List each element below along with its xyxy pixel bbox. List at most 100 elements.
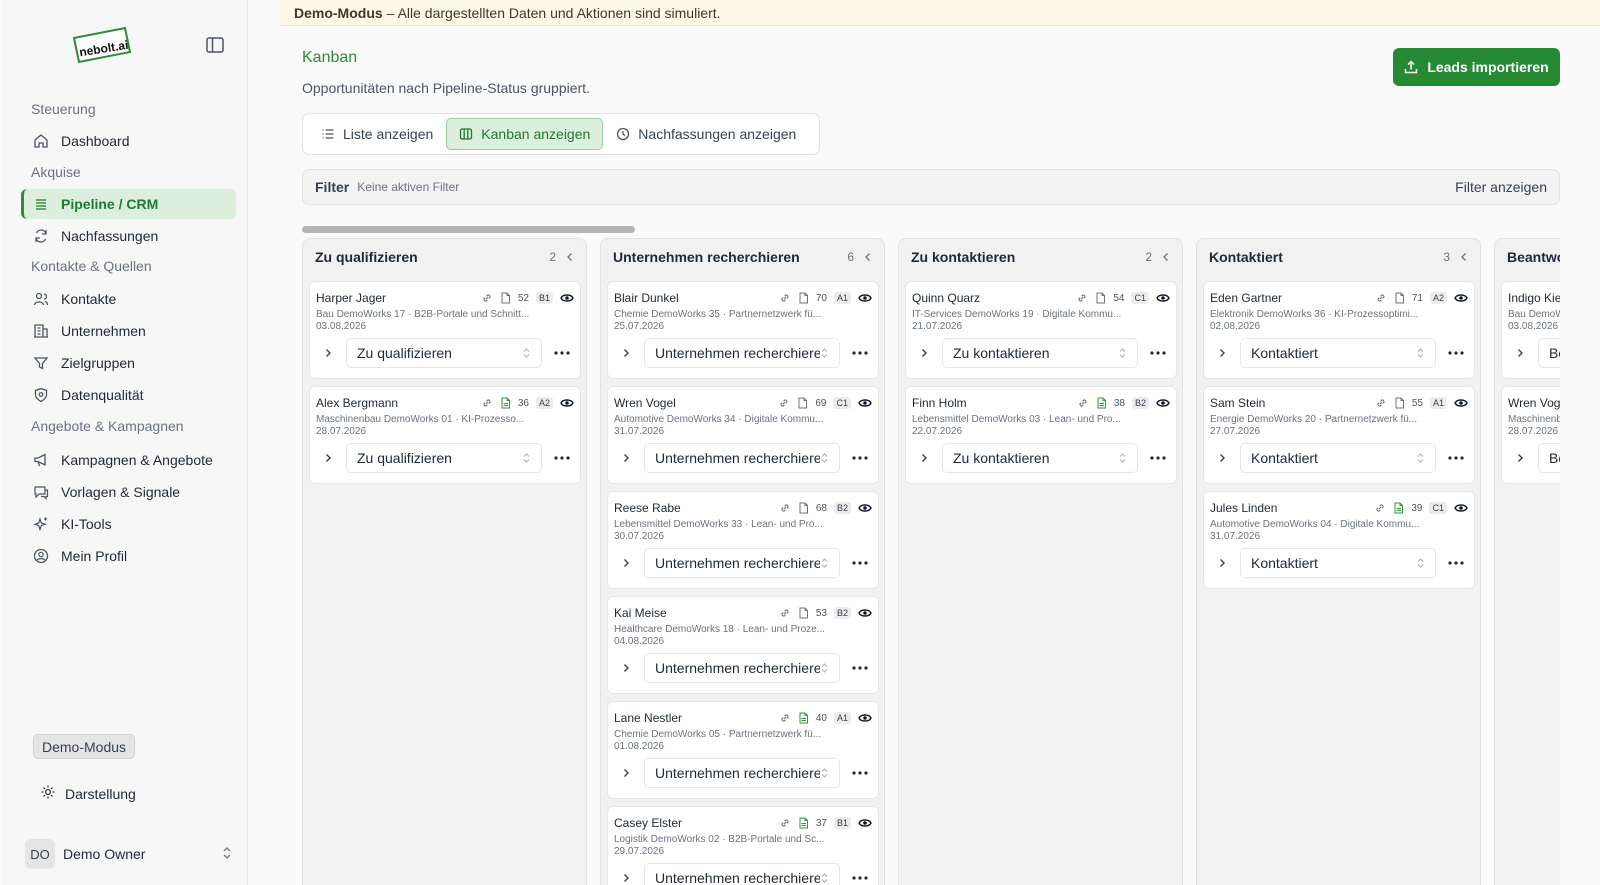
expand-chevron-icon[interactable]: [614, 348, 638, 358]
eye-icon[interactable]: [858, 292, 872, 304]
sidebar-item-profil[interactable]: Mein Profil: [21, 541, 236, 571]
opportunity-card[interactable]: Finn Holm 38 B2 Lebensmittel DemoWorks 03 ·…: [905, 386, 1177, 484]
collapse-column-icon[interactable]: [566, 252, 574, 262]
status-select[interactable]: Beantwortet: [1538, 443, 1560, 473]
opportunity-card[interactable]: Wren Vogel Maschinenbau28.07.2026 Beantwor…: [1501, 386, 1560, 484]
expand-chevron-icon[interactable]: [1210, 558, 1234, 568]
expand-chevron-icon[interactable]: [614, 663, 638, 673]
opportunity-card[interactable]: Harper Jager 52 B1 Bau DemoWorks 17 · B2B-P…: [309, 281, 581, 379]
expand-chevron-icon[interactable]: [1210, 348, 1234, 358]
link-icon[interactable]: [1375, 292, 1387, 304]
document-icon[interactable]: [1394, 292, 1405, 304]
link-icon[interactable]: [779, 292, 791, 304]
status-select[interactable]: Zu kontaktieren: [942, 443, 1138, 473]
link-icon[interactable]: [779, 817, 791, 829]
status-select[interactable]: Kontaktiert: [1240, 338, 1436, 368]
expand-chevron-icon[interactable]: [316, 453, 340, 463]
more-options-icon[interactable]: [852, 666, 868, 670]
sidebar-item-nachfassungen[interactable]: Nachfassungen: [21, 221, 236, 251]
more-options-icon[interactable]: [852, 771, 868, 775]
opportunity-card[interactable]: Blair Dunkel 70 A1 Chemie DemoWorks 35 · Pa…: [607, 281, 879, 379]
tab-kanban[interactable]: Kanban anzeigen: [446, 118, 604, 150]
link-icon[interactable]: [1077, 397, 1089, 409]
expand-chevron-icon[interactable]: [1210, 453, 1234, 463]
status-select[interactable]: Beantwortet: [1538, 338, 1560, 368]
document-icon[interactable]: [797, 397, 808, 409]
expand-chevron-icon[interactable]: [1508, 453, 1532, 463]
sidebar-item-pipeline[interactable]: Pipeline / CRM: [21, 189, 236, 219]
collapse-column-icon[interactable]: [1460, 252, 1468, 262]
opportunity-card[interactable]: Kai Meise 53 B2 Healthcare DemoWorks 18 · L…: [607, 596, 879, 694]
status-select[interactable]: Kontaktiert: [1240, 443, 1436, 473]
expand-chevron-icon[interactable]: [316, 348, 340, 358]
link-icon[interactable]: [481, 292, 493, 304]
opportunity-card[interactable]: Indigo Kiefer Bau DemoWorks03.08.2026 Bean…: [1501, 281, 1560, 379]
expand-chevron-icon[interactable]: [1508, 348, 1532, 358]
status-select[interactable]: Kontaktiert: [1240, 548, 1436, 578]
expand-chevron-icon[interactable]: [614, 873, 638, 883]
expand-chevron-icon[interactable]: [912, 453, 936, 463]
status-select[interactable]: Zu kontaktieren: [942, 338, 1138, 368]
opportunity-card[interactable]: Wren Vogel 69 C1 Automotive DemoWorks 34 · …: [607, 386, 879, 484]
opportunity-card[interactable]: Alex Bergmann 36 A2 Maschinenbau DemoWorks …: [309, 386, 581, 484]
sidebar-item-zielgruppen[interactable]: Zielgruppen: [21, 348, 236, 378]
link-icon[interactable]: [778, 397, 790, 409]
more-options-icon[interactable]: [1150, 456, 1166, 460]
more-options-icon[interactable]: [1150, 351, 1166, 355]
eye-icon[interactable]: [858, 607, 872, 619]
status-select[interactable]: Unternehmen recherchieren: [644, 443, 840, 473]
eye-icon[interactable]: [1156, 397, 1170, 409]
user-menu[interactable]: DO Demo Owner: [25, 838, 233, 870]
more-options-icon[interactable]: [852, 561, 868, 565]
eye-icon[interactable]: [858, 397, 872, 409]
status-select[interactable]: Unternehmen recherchieren: [644, 863, 840, 885]
more-options-icon[interactable]: [1448, 351, 1464, 355]
document-icon[interactable]: [1095, 292, 1106, 304]
eye-icon[interactable]: [560, 292, 574, 304]
eye-icon[interactable]: [560, 397, 574, 409]
eye-icon[interactable]: [1454, 292, 1468, 304]
opportunity-card[interactable]: Quinn Quarz 54 C1 IT-Services DemoWorks 19 …: [905, 281, 1177, 379]
sidebar-item-kontakte[interactable]: Kontakte: [21, 284, 236, 314]
link-icon[interactable]: [779, 502, 791, 514]
more-options-icon[interactable]: [1448, 561, 1464, 565]
expand-chevron-icon[interactable]: [614, 558, 638, 568]
sidebar-item-vorlagen[interactable]: Vorlagen & Signale: [21, 477, 236, 507]
expand-chevron-icon[interactable]: [912, 348, 936, 358]
status-select[interactable]: Unternehmen recherchieren: [644, 653, 840, 683]
opportunity-card[interactable]: Reese Rabe 68 B2 Lebensmittel DemoWorks 33 …: [607, 491, 879, 589]
status-select[interactable]: Unternehmen recherchieren: [644, 758, 840, 788]
opportunity-card[interactable]: Eden Gartner 71 A2 Elektronik DemoWorks 36 …: [1203, 281, 1475, 379]
opportunity-card[interactable]: Lane Nestler 40 A1 Chemie DemoWorks 05 · Pa…: [607, 701, 879, 799]
opportunity-card[interactable]: Jules Linden 39 C1 Automotive DemoWorks 04 …: [1203, 491, 1475, 589]
more-options-icon[interactable]: [1448, 456, 1464, 460]
sidebar-item-ki-tools[interactable]: KI-Tools: [21, 509, 236, 539]
more-options-icon[interactable]: [852, 876, 868, 880]
more-options-icon[interactable]: [554, 351, 570, 355]
collapse-column-icon[interactable]: [1162, 252, 1170, 262]
document-icon[interactable]: [1096, 397, 1107, 409]
more-options-icon[interactable]: [852, 456, 868, 460]
document-icon[interactable]: [1393, 502, 1404, 514]
status-select[interactable]: Zu qualifizieren: [346, 338, 542, 368]
status-select[interactable]: Zu qualifizieren: [346, 443, 542, 473]
appearance-button[interactable]: Darstellung: [41, 785, 136, 802]
link-icon[interactable]: [1374, 502, 1386, 514]
eye-icon[interactable]: [1156, 292, 1170, 304]
link-icon[interactable]: [779, 607, 791, 619]
document-icon[interactable]: [500, 397, 511, 409]
sidebar-item-dashboard[interactable]: Dashboard: [21, 126, 236, 156]
document-icon[interactable]: [1394, 397, 1405, 409]
expand-chevron-icon[interactable]: [614, 768, 638, 778]
show-filter-button[interactable]: Filter anzeigen: [1455, 179, 1547, 195]
document-icon[interactable]: [798, 712, 809, 724]
tab-list[interactable]: Liste anzeigen: [308, 118, 446, 150]
status-select[interactable]: Unternehmen recherchieren: [644, 548, 840, 578]
opportunity-card[interactable]: Sam Stein 55 A1 Energie DemoWorks 20 · Part…: [1203, 386, 1475, 484]
sidebar-item-kampagnen[interactable]: Kampagnen & Angebote: [21, 445, 236, 475]
status-select[interactable]: Unternehmen recherchieren: [644, 338, 840, 368]
sidebar-toggle-icon[interactable]: [206, 37, 224, 53]
link-icon[interactable]: [481, 397, 493, 409]
opportunity-card[interactable]: Casey Elster 37 B1 Logistik DemoWorks 02 · …: [607, 806, 879, 885]
import-leads-button[interactable]: Leads importieren: [1393, 48, 1560, 86]
